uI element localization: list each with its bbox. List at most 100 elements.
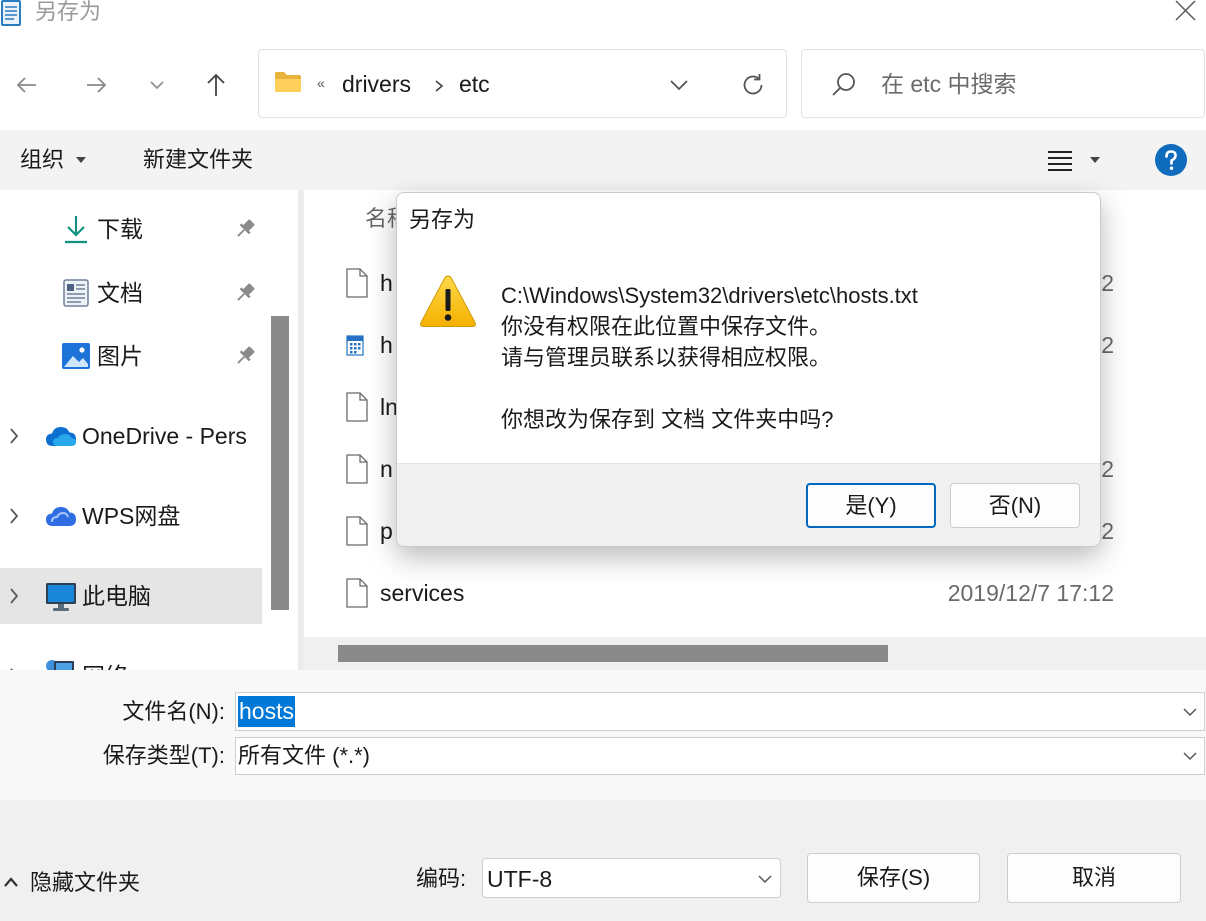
file-name: p bbox=[380, 518, 393, 544]
close-icon[interactable] bbox=[1173, 0, 1197, 22]
breadcrumb-drivers[interactable]: drivers bbox=[342, 73, 411, 96]
file-date: 2 bbox=[1101, 456, 1114, 482]
sidebar-item-this-pc[interactable]: 此电脑 bbox=[0, 568, 262, 624]
arrow-up-icon[interactable] bbox=[203, 71, 233, 101]
filetype-dropdown-chevron-icon[interactable] bbox=[1183, 752, 1197, 761]
encoding-dropdown-chevron-icon bbox=[758, 875, 772, 884]
dialog-yes-button[interactable]: 是(Y) bbox=[806, 483, 936, 528]
pictures-icon bbox=[61, 342, 91, 370]
sidebar-item-onedrive[interactable]: OneDrive - Pers bbox=[0, 408, 262, 464]
save-button[interactable]: 保存(S) bbox=[807, 853, 980, 903]
expand-chevron-icon[interactable] bbox=[8, 587, 20, 605]
dialog-message-line: 请与管理员联系以获得相应权限。 bbox=[501, 345, 832, 370]
onedrive-cloud-icon bbox=[44, 424, 78, 448]
breadcrumb-overflow[interactable]: « bbox=[317, 76, 325, 90]
file-name: services bbox=[380, 580, 465, 606]
file-icon bbox=[345, 454, 369, 484]
filename-dropdown-chevron-icon[interactable] bbox=[1183, 708, 1197, 717]
file-name: h bbox=[380, 270, 393, 296]
expand-chevron-icon[interactable] bbox=[8, 507, 20, 525]
permission-warning-dialog: 另存为 C:\Windows\System32\drivers\etc\host… bbox=[396, 192, 1101, 547]
dialog-question-text: 你想改为保存到 文档 文件夹中吗? bbox=[501, 407, 834, 432]
filename-value: hosts bbox=[238, 696, 295, 727]
file-icon bbox=[345, 392, 369, 422]
dialog-no-button[interactable]: 否(N) bbox=[950, 483, 1080, 528]
encoding-label: 编码: bbox=[416, 866, 467, 891]
computer-icon bbox=[45, 582, 77, 612]
view-options-caret-icon[interactable] bbox=[1090, 157, 1100, 163]
caret-up-icon bbox=[3, 877, 19, 887]
filename-label: 文件名(N): bbox=[122, 699, 225, 724]
search-box[interactable]: 在 etc 中搜索 bbox=[801, 49, 1205, 118]
search-icon bbox=[830, 72, 856, 98]
warning-icon bbox=[419, 273, 477, 329]
window-title: 另存为 bbox=[35, 0, 102, 24]
organize-caret-icon[interactable] bbox=[76, 157, 86, 163]
new-folder-button[interactable]: 新建文件夹 bbox=[143, 149, 253, 171]
file-icon bbox=[345, 516, 369, 546]
notepad-app-icon bbox=[0, 0, 24, 28]
pin-icon[interactable] bbox=[234, 345, 256, 367]
filetype-select[interactable]: 所有文件 (*.*) bbox=[235, 737, 1205, 775]
help-icon[interactable] bbox=[1155, 144, 1187, 176]
encoding-value: UTF-8 bbox=[487, 866, 553, 892]
sidebar-item-documents[interactable]: 文档 bbox=[0, 265, 262, 321]
filename-field[interactable]: hosts bbox=[235, 692, 1205, 731]
file-name: n bbox=[380, 456, 393, 482]
sidebar-item-label: 此电脑 bbox=[82, 583, 151, 609]
sidebar-item-label: 下载 bbox=[97, 216, 143, 242]
calendar-file-icon bbox=[346, 333, 364, 357]
horizontal-scrollbar-track[interactable] bbox=[304, 637, 1206, 670]
sidebar-item-label: WPS网盘 bbox=[82, 503, 181, 529]
sidebar-item-label: 文档 bbox=[97, 280, 143, 306]
title-bar: 另存为 bbox=[0, 0, 1206, 36]
file-date: 2 bbox=[1101, 332, 1114, 358]
command-bar: 组织 新建文件夹 bbox=[0, 130, 1206, 190]
sidebar-item-network[interactable]: 网络 bbox=[0, 648, 262, 670]
dialog-title: 另存为 bbox=[409, 207, 476, 232]
navigation-pane: 下载 文档 图片 OneDrive - Pers WPS网盘 此电脑 bbox=[0, 190, 262, 670]
file-row[interactable]: services 2019/12/7 17:12 bbox=[304, 562, 1206, 624]
download-icon bbox=[62, 214, 90, 244]
sidebar-item-label: 图片 bbox=[97, 343, 143, 369]
cancel-button[interactable]: 取消 bbox=[1007, 853, 1181, 903]
wps-cloud-icon bbox=[45, 504, 77, 528]
pin-icon[interactable] bbox=[234, 282, 256, 304]
file-icon bbox=[345, 268, 369, 298]
file-date: 2 bbox=[1101, 270, 1114, 296]
filetype-value: 所有文件 (*.*) bbox=[238, 743, 371, 768]
dialog-path-text: C:\Windows\System32\drivers\etc\hosts.tx… bbox=[501, 283, 918, 308]
sidebar-scrollbar-thumb[interactable] bbox=[271, 316, 289, 610]
sidebar-item-downloads[interactable]: 下载 bbox=[0, 201, 262, 257]
hide-folders-toggle[interactable]: 隐藏文件夹 bbox=[0, 866, 160, 900]
sidebar-item-wps-drive[interactable]: WPS网盘 bbox=[0, 488, 262, 544]
refresh-icon[interactable] bbox=[740, 72, 766, 98]
address-history-chevron-icon[interactable] bbox=[669, 79, 689, 91]
organize-button[interactable]: 组织 bbox=[20, 149, 64, 171]
file-name: h bbox=[380, 332, 393, 358]
breadcrumb-separator-icon[interactable] bbox=[434, 79, 444, 93]
recent-locations-chevron-icon[interactable] bbox=[149, 80, 165, 92]
arrow-right-icon[interactable] bbox=[83, 72, 113, 102]
hide-folders-label: 隐藏文件夹 bbox=[30, 870, 141, 895]
folder-icon bbox=[274, 71, 302, 93]
list-view-icon[interactable] bbox=[1047, 149, 1073, 173]
filename-section bbox=[0, 670, 1206, 800]
network-icon bbox=[44, 658, 76, 670]
sidebar-item-pictures[interactable]: 图片 bbox=[0, 328, 262, 384]
expand-chevron-icon[interactable] bbox=[8, 427, 20, 445]
file-date: 2 bbox=[1101, 518, 1114, 544]
filetype-label: 保存类型(T): bbox=[102, 743, 225, 768]
horizontal-scrollbar-thumb[interactable] bbox=[338, 645, 888, 662]
pin-icon[interactable] bbox=[234, 218, 256, 240]
arrow-left-icon[interactable] bbox=[14, 72, 44, 102]
breadcrumb-etc[interactable]: etc bbox=[459, 73, 490, 96]
dialog-button-bar: 是(Y) 否(N) bbox=[397, 463, 1100, 546]
address-bar[interactable]: « drivers etc bbox=[258, 49, 787, 118]
encoding-select[interactable]: UTF-8 bbox=[482, 858, 781, 898]
file-date: 2019/12/7 17:12 bbox=[947, 580, 1114, 606]
document-icon bbox=[62, 279, 90, 307]
search-input[interactable]: 在 etc 中搜索 bbox=[881, 73, 1016, 96]
dialog-message-line: 你没有权限在此位置中保存文件。 bbox=[501, 314, 832, 339]
sidebar-item-label: OneDrive - Pers bbox=[82, 423, 247, 449]
